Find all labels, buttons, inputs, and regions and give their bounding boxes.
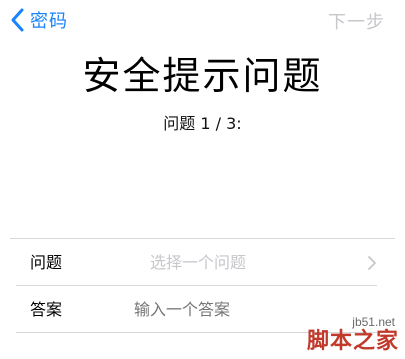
back-button[interactable]: 密码 [8, 6, 68, 34]
answer-input[interactable] [134, 286, 334, 333]
watermark-name: 脚本之家 [306, 329, 399, 354]
security-question-screen: 密码 下一步 安全提示问题 问题 1 / 3: 问题 选择一个问题 答案 jb5… [0, 0, 405, 359]
question-counter: 问题 1 / 3: [163, 114, 242, 133]
answer-label: 答案 [30, 300, 63, 319]
site-watermark: jb51.net 脚本之家 [307, 315, 399, 355]
question-selector[interactable]: 选择一个问题 [150, 239, 246, 286]
chevron-right-icon [368, 256, 376, 270]
page-title: 安全提示问题 [82, 54, 323, 98]
next-button[interactable]: 下一步 [328, 8, 385, 34]
question-row[interactable]: 问题 选择一个问题 [0, 239, 405, 286]
question-label: 问题 [30, 253, 63, 272]
chevron-left-icon [11, 8, 24, 32]
watermark-domain: jb51.net [352, 315, 395, 329]
back-button-label: 密码 [30, 11, 68, 32]
